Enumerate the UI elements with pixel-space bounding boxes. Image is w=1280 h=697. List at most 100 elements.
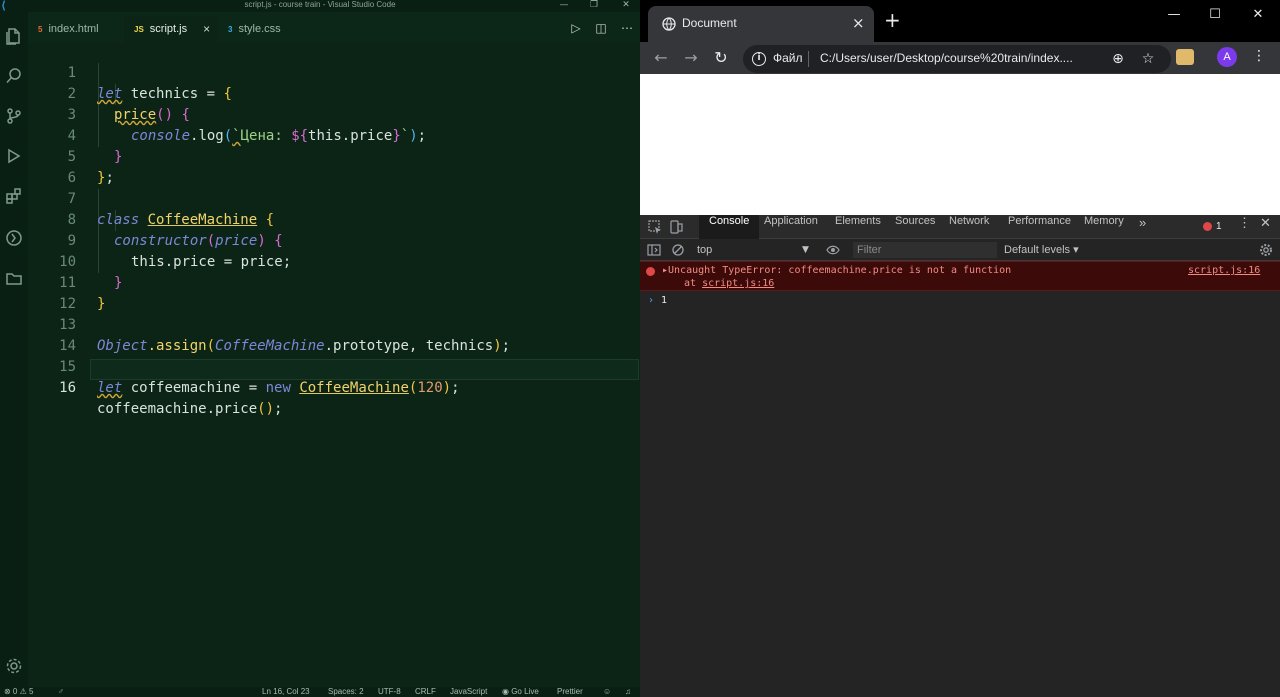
- tab-performance[interactable]: Performance: [1008, 215, 1071, 239]
- tab-label: script.js: [149, 23, 188, 35]
- restore-icon[interactable]: ❐: [586, 0, 602, 12]
- browser-tab[interactable]: Document ×: [648, 6, 874, 42]
- minimize-icon[interactable]: —: [556, 0, 572, 12]
- tab-strip: Document × + — ☐ ✕: [640, 0, 1280, 42]
- run-debug-icon[interactable]: [0, 142, 28, 170]
- devtools-panel: Console Application Elements Sources Net…: [640, 215, 1280, 697]
- reload-icon[interactable]: ↻: [711, 48, 731, 68]
- back-arrow-icon[interactable]: ←: [651, 48, 671, 68]
- inspect-element-icon[interactable]: [648, 220, 662, 234]
- console-prompt[interactable]: › 1: [648, 295, 667, 306]
- code-editor[interactable]: 1 let technics = { 2 price() { 3 console…: [28, 42, 640, 687]
- extension-icon[interactable]: [1176, 49, 1194, 65]
- bookmark-star-icon[interactable]: ☆: [1139, 50, 1157, 68]
- tab-sources[interactable]: Sources: [895, 215, 935, 239]
- close-devtools-icon[interactable]: ✕: [1260, 215, 1271, 239]
- chevron-down-icon[interactable]: ▼: [802, 241, 809, 259]
- device-toolbar-icon[interactable]: [669, 220, 683, 234]
- explorer-icon[interactable]: [0, 22, 28, 50]
- code-line-5: 5 };: [28, 126, 640, 186]
- run-file-icon[interactable]: ▷: [569, 21, 583, 35]
- context-selector[interactable]: top: [697, 241, 815, 259]
- problems-indicator[interactable]: ⊗ 0 ⚠ 5: [4, 687, 33, 697]
- code-line-1: 1 let technics = {: [28, 42, 640, 102]
- live-share-icon[interactable]: ♂: [58, 687, 64, 697]
- tab-style-css[interactable]: 3 style.css: [218, 16, 312, 42]
- tab-index-html[interactable]: 5 index.html: [28, 16, 124, 42]
- number-literal: 120: [417, 380, 443, 396]
- feedback-icon[interactable]: ☺: [603, 687, 611, 697]
- maximize-icon[interactable]: ☐: [1205, 6, 1225, 26]
- minimize-icon[interactable]: —: [1164, 6, 1184, 26]
- sidebar-toggle-icon[interactable]: [647, 243, 661, 257]
- eye-icon[interactable]: [826, 243, 840, 257]
- console-settings-gear-icon[interactable]: [1259, 243, 1273, 257]
- extensions-icon[interactable]: [0, 182, 28, 210]
- tab-memory[interactable]: Memory: [1084, 215, 1124, 239]
- remote-icon[interactable]: [0, 224, 28, 252]
- folder-icon[interactable]: [0, 264, 28, 292]
- close-window-icon[interactable]: ✕: [618, 0, 634, 12]
- code-line-13: 13 Object.assign(CoffeeMachine.prototype…: [28, 294, 640, 354]
- new-tab-icon[interactable]: +: [884, 10, 901, 30]
- close-tab-icon[interactable]: ×: [203, 22, 210, 36]
- split-editor-icon[interactable]: ◫: [594, 21, 608, 35]
- encoding[interactable]: UTF-8: [378, 687, 401, 697]
- address-bar[interactable]: i Файл C:/Users/user/Desktop/course%20tr…: [743, 45, 1171, 73]
- tab-application[interactable]: Application: [764, 215, 818, 239]
- close-window-icon[interactable]: ✕: [1248, 6, 1268, 26]
- error-count-badge[interactable]: 1: [1203, 221, 1222, 232]
- source-control-icon[interactable]: [0, 102, 28, 130]
- cursor-position[interactable]: Ln 16, Col 23: [262, 687, 310, 697]
- language-mode[interactable]: JavaScript: [450, 687, 487, 697]
- tab-label: index.html: [48, 23, 99, 35]
- html-file-icon: 5: [38, 24, 43, 34]
- line-ending[interactable]: CRLF: [415, 687, 436, 697]
- console-filter-input[interactable]: [853, 242, 997, 258]
- forward-arrow-icon[interactable]: →: [681, 48, 701, 68]
- url-text[interactable]: C:/Users/user/Desktop/course%20train/ind…: [820, 51, 1073, 65]
- code-line-14: 14: [28, 315, 640, 354]
- info-icon[interactable]: i: [752, 52, 766, 66]
- tab-script-js[interactable]: JS script.js ×: [124, 16, 218, 42]
- more-actions-icon[interactable]: ⋯: [620, 21, 634, 35]
- code-line-6: 6: [28, 147, 640, 186]
- profile-avatar[interactable]: A: [1217, 47, 1237, 67]
- more-tabs-button[interactable]: »: [1139, 215, 1146, 239]
- prompt-chevron-icon: ›: [648, 295, 655, 306]
- divider: [808, 51, 809, 67]
- prettier-button[interactable]: Prettier: [557, 687, 583, 697]
- devtools-tabs: Console Application Elements Sources Net…: [640, 215, 1280, 239]
- indentation[interactable]: Spaces: 2: [328, 687, 364, 697]
- zoom-icon[interactable]: ⊕: [1109, 50, 1127, 68]
- chrome-window: Document × + — ☐ ✕ ← → ↻ i Файл C:/Users…: [640, 0, 1280, 697]
- go-live-button[interactable]: ◉ Go Live: [502, 687, 539, 697]
- tab-label: style.css: [238, 23, 281, 35]
- tab-elements[interactable]: Elements: [835, 215, 881, 239]
- browser-menu-icon[interactable]: ⋮: [1252, 48, 1266, 64]
- js-file-icon: JS: [134, 24, 144, 34]
- code-line-9: 9 this.price = price;: [28, 210, 640, 270]
- settings-gear-icon[interactable]: [0, 652, 28, 680]
- tab-network[interactable]: Network: [949, 215, 989, 239]
- stack-link[interactable]: script.js:16: [702, 278, 774, 289]
- console-toolbar: top ▼ Default levels ▾: [640, 239, 1280, 261]
- code-text: coffeemachine.price();: [97, 399, 282, 420]
- code-line-3: 3 console.log(`Цена: ${this.price}`);: [28, 84, 640, 144]
- close-tab-icon[interactable]: ×: [852, 14, 865, 32]
- keyword: let: [97, 380, 123, 396]
- prompt-input[interactable]: 1: [661, 295, 667, 306]
- bracket: (): [257, 401, 275, 417]
- clear-console-icon[interactable]: [671, 243, 685, 257]
- error-source-link[interactable]: script.js:16: [1188, 265, 1260, 276]
- log-levels-dropdown[interactable]: Default levels ▾: [1004, 241, 1079, 259]
- stack-prefix: at: [684, 278, 703, 289]
- tab-console[interactable]: Console: [699, 215, 760, 239]
- code-line-10: 10 }: [28, 231, 640, 291]
- devtools-menu-icon[interactable]: ⋮: [1238, 215, 1251, 239]
- code-line-11: 11 }: [28, 252, 640, 312]
- browser-toolbar: ← → ↻ i Файл C:/Users/user/Desktop/cours…: [640, 42, 1280, 74]
- console-error-message[interactable]: ▸Uncaught TypeError: coffeemachine.price…: [640, 261, 1280, 291]
- search-icon[interactable]: [0, 62, 28, 90]
- notifications-icon[interactable]: ♫: [625, 687, 631, 697]
